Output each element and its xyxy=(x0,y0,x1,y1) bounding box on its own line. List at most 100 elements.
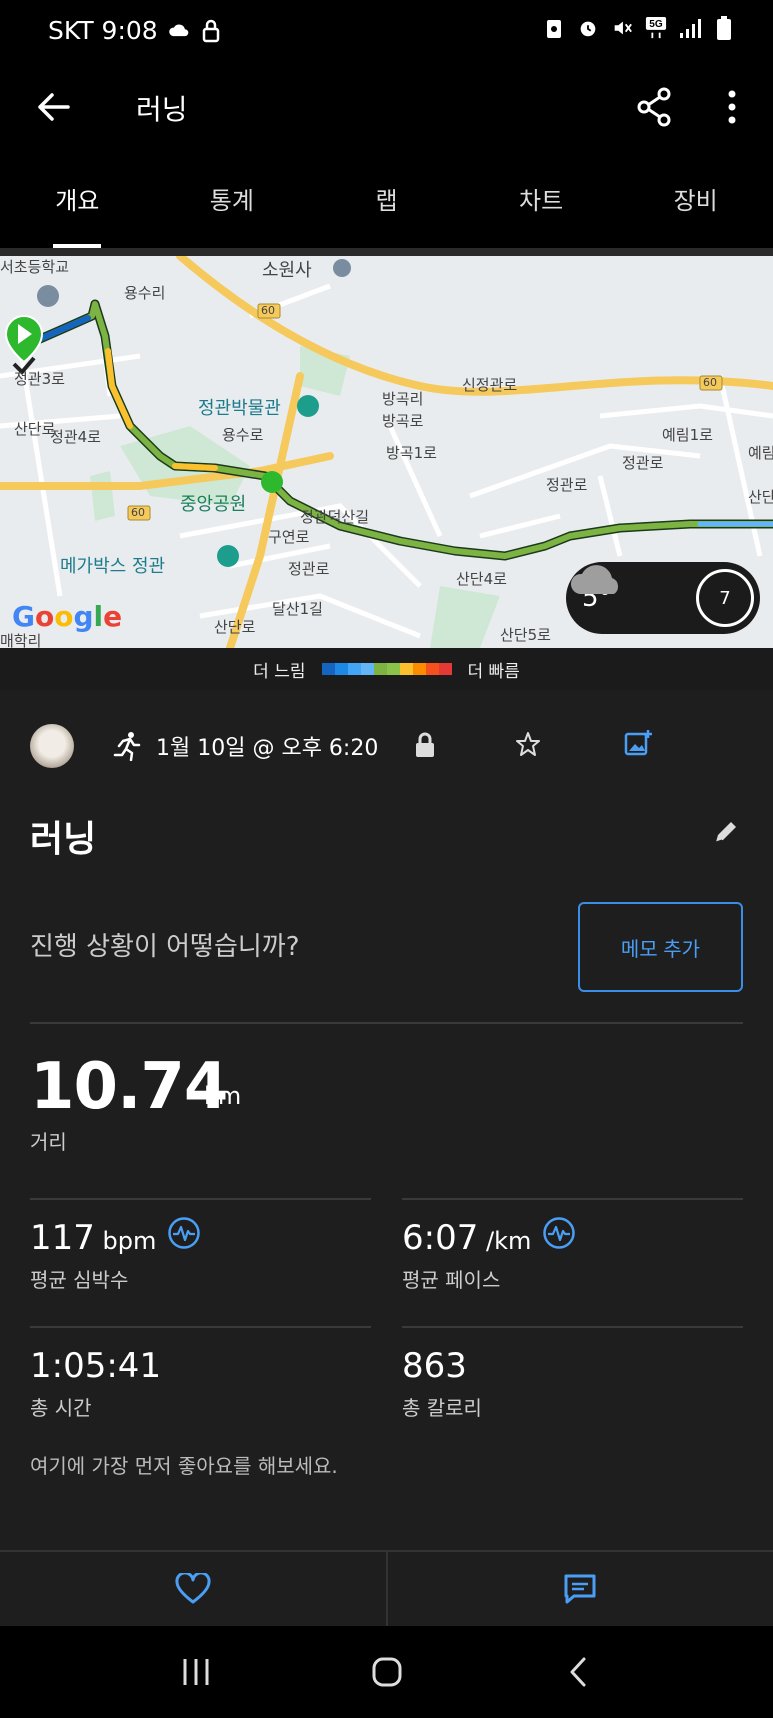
tab-laps[interactable]: 랩 xyxy=(309,148,464,248)
privacy-lock-icon[interactable] xyxy=(414,732,436,762)
5g-icon: 5G xyxy=(645,16,667,40)
activity-meta-row: 1월 10일 @ 오후 6:20 xyxy=(30,722,743,770)
tab-gear[interactable]: 장비 xyxy=(618,148,773,248)
distance-value: 10.74 xyxy=(30,1050,228,1124)
legend-color-swatch xyxy=(373,663,387,675)
battery-icon xyxy=(713,16,735,40)
stat-avg-heart-rate[interactable]: 117 bpm 평균 심박수 xyxy=(30,1216,201,1293)
map-label-sandanro-b: 산단로 xyxy=(214,618,256,636)
legend-color-bar xyxy=(321,663,452,675)
stat-avg-pace[interactable]: 6:07 /km 평균 페이스 xyxy=(402,1217,576,1293)
legend-color-swatch xyxy=(386,663,400,675)
signal-icon xyxy=(679,16,701,40)
map-label-sowonsa: 소원사 xyxy=(262,260,312,281)
route-map[interactable]: 서초등학교 용수리 소원사 60 60 60 정관박물관 신정관로 방곡리 방곡… xyxy=(0,248,773,648)
legend-color-swatch xyxy=(334,663,348,675)
map-label-yongsuri: 용수리 xyxy=(124,284,166,302)
share-button[interactable] xyxy=(632,84,676,130)
map-label-yongsuro: 용수로 xyxy=(222,426,264,444)
status-bar: SKT 9:08 5G xyxy=(0,0,773,64)
legend-color-swatch xyxy=(360,663,374,675)
legend-color-swatch xyxy=(399,663,413,675)
tab-charts[interactable]: 차트 xyxy=(464,148,619,248)
stat-value: 863 xyxy=(402,1346,467,1386)
map-label-yerim1ro: 예림1로 xyxy=(662,426,713,444)
stat-value: 117 xyxy=(30,1218,95,1258)
svg-text:5G: 5G xyxy=(649,19,663,30)
legend-color-swatch xyxy=(321,663,335,675)
map-label-jeonggwanro-b: 정관로 xyxy=(622,454,664,472)
map-label-banggok1ro: 방곡1로 xyxy=(386,444,437,462)
home-icon xyxy=(372,1657,401,1687)
mute-icon xyxy=(611,16,633,40)
page-title: 러닝 xyxy=(136,93,188,126)
progress-question: 진행 상황이 어떻습니까? xyxy=(30,932,300,962)
home-button[interactable] xyxy=(357,1642,417,1702)
add-photo-icon[interactable] xyxy=(624,728,654,762)
stat-total-time[interactable]: 1:05:41 총 시간 xyxy=(30,1346,161,1421)
map-label-sandan8: 산단8 xyxy=(748,488,773,506)
stat-label: 평균 심박수 xyxy=(30,1268,129,1292)
more-vert-icon xyxy=(728,90,736,124)
more-options-button[interactable] xyxy=(718,84,746,130)
map-label-jeonggwanro-a: 정관로 xyxy=(546,476,588,494)
status-right: 5G xyxy=(543,16,735,40)
divider xyxy=(30,1326,371,1328)
map-label-jeonggwan4ro: 정관4로 xyxy=(50,428,101,446)
divider xyxy=(402,1326,743,1328)
recents-icon xyxy=(183,1659,208,1685)
legend-color-swatch xyxy=(347,663,361,675)
system-back-button[interactable] xyxy=(548,1642,608,1702)
stat-label: 평균 페이스 xyxy=(402,1268,501,1292)
stat-unit: bpm xyxy=(94,1227,157,1255)
map-label-museum: 정관박물관 xyxy=(198,398,281,419)
tab-overview[interactable]: 개요 xyxy=(0,148,155,248)
status-left: SKT 9:08 xyxy=(48,16,222,45)
add-memo-button[interactable]: 메모 추가 xyxy=(578,902,743,992)
lock-icon xyxy=(200,19,222,43)
app-bar: 러닝 xyxy=(0,64,773,148)
legend-color-swatch xyxy=(425,663,439,675)
map-label-sandanro-a: 산단로 xyxy=(14,420,56,438)
weather-widget[interactable]: 5° 7 xyxy=(566,562,760,634)
tab-stats[interactable]: 통계 xyxy=(155,148,310,248)
pencil-icon xyxy=(715,822,736,843)
map-label-dalsan1gil: 달산1길 xyxy=(272,600,323,618)
legend-color-swatch xyxy=(438,663,452,675)
edit-title-button[interactable] xyxy=(712,818,740,850)
tab-bar: 개요 통계 랩 차트 장비 xyxy=(0,148,773,248)
map-label-banggokro: 방곡로 xyxy=(382,412,424,430)
heart-rate-pulse-icon xyxy=(167,1216,201,1250)
chevron-left-icon xyxy=(570,1657,585,1687)
activity-summary: 1월 10일 @ 오후 6:20 러닝 진행 상황이 어떻습니까? 메모 추가 … xyxy=(0,690,773,1626)
heart-icon xyxy=(175,1573,211,1604)
carrier-time: SKT 9:08 xyxy=(48,16,158,45)
running-icon xyxy=(112,731,142,761)
divider xyxy=(30,1022,743,1024)
map-label-sinjeonggwanro: 신정관로 xyxy=(462,376,518,394)
cloud-icon xyxy=(570,565,619,594)
like-hint: 여기에 가장 먼저 좋아요를 해보세요. xyxy=(30,1454,338,1478)
avatar[interactable] xyxy=(30,724,74,768)
cloud-icon xyxy=(168,19,190,43)
favorite-star-icon[interactable] xyxy=(514,730,542,762)
social-action-bar xyxy=(0,1550,773,1626)
map-label-road60c: 60 xyxy=(131,506,145,519)
map-label-jeonggwan3ro: 정관3로 xyxy=(14,370,65,388)
alarm-icon xyxy=(577,16,599,40)
comment-button[interactable] xyxy=(385,1552,773,1626)
pace-legend: 더 느림 더 빠름 xyxy=(0,648,773,690)
like-button[interactable] xyxy=(0,1552,386,1626)
stat-total-calories[interactable]: 863 총 칼로리 xyxy=(402,1346,482,1421)
map-label-guyeonro: 구연로 xyxy=(268,528,310,546)
stat-value: 1:05:41 xyxy=(30,1346,162,1386)
divider xyxy=(402,1198,743,1200)
stat-value: 6:07 xyxy=(402,1218,479,1258)
back-button[interactable] xyxy=(30,84,76,130)
legend-color-swatch xyxy=(412,663,426,675)
map-label-megabox: 메가박스 정관 xyxy=(60,556,166,577)
recent-apps-button[interactable] xyxy=(166,1642,226,1702)
map-label-road60a: 60 xyxy=(261,304,275,317)
stat-unit: /km xyxy=(478,1227,532,1255)
activity-date: 1월 10일 @ 오후 6:20 xyxy=(156,736,379,761)
